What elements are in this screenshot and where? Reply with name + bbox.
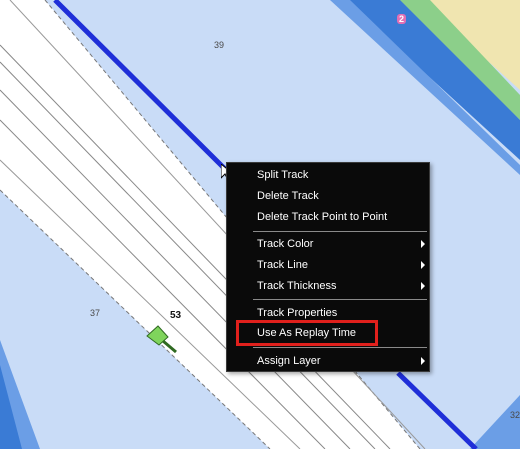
menu-item-delete-track[interactable]: Delete Track [227, 186, 431, 206]
menu-item-assign-layer[interactable]: Assign Layer [227, 351, 431, 371]
submenu-arrow-icon [421, 357, 425, 365]
menu-item-track-line[interactable]: Track Line [227, 255, 431, 275]
menu-item-label: Track Color [257, 238, 314, 250]
menu-item-track-thickness[interactable]: Track Thickness [227, 276, 431, 296]
menu-item-label: Split Track [257, 169, 309, 181]
menu-separator [253, 299, 427, 300]
menu-item-label: Track Thickness [257, 280, 337, 292]
depth-sounding: 32 [510, 410, 520, 420]
depth-sounding: 39 [214, 40, 225, 50]
submenu-arrow-icon [421, 282, 425, 290]
menu-item-delete-track-point-to-point[interactable]: Delete Track Point to Point [227, 207, 431, 227]
submenu-arrow-icon [421, 240, 425, 248]
vessel-label: 53 [170, 310, 182, 321]
highlight-annotation-box [236, 320, 378, 346]
menu-item-track-color[interactable]: Track Color [227, 234, 431, 254]
menu-item-label: Assign Layer [257, 355, 321, 367]
depth-sounding: 37 [90, 308, 101, 318]
menu-item-split-track[interactable]: Split Track [227, 165, 431, 185]
menu-item-label: Track Properties [257, 307, 338, 319]
menu-separator [253, 347, 427, 348]
map-marker-badge: 2 [397, 14, 407, 24]
menu-separator [253, 231, 427, 232]
submenu-arrow-icon [421, 261, 425, 269]
menu-item-label: Track Line [257, 259, 308, 271]
menu-item-label: Delete Track Point to Point [257, 211, 388, 223]
menu-item-label: Delete Track [257, 190, 319, 202]
